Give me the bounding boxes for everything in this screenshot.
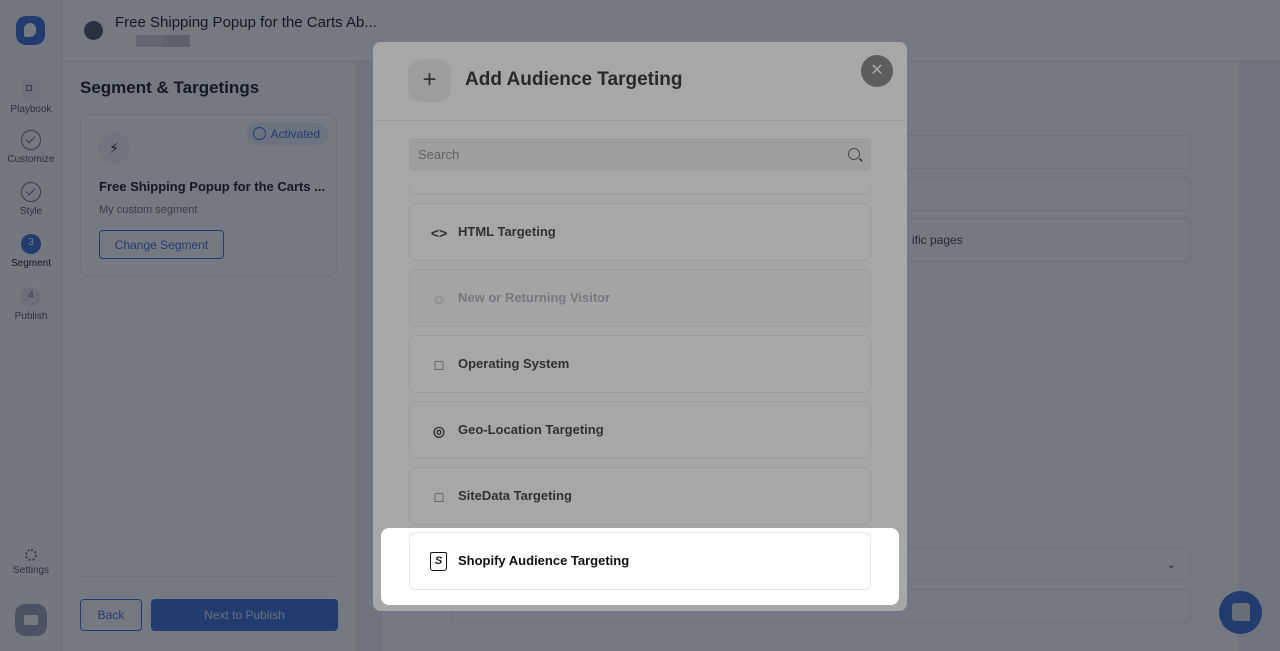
list-item-sitedata-targeting[interactable]: □ SiteData Targeting [409, 467, 871, 525]
close-icon: ✕ [870, 62, 884, 79]
list-item-label: Operating System [458, 356, 570, 371]
list-item-operating-system[interactable]: □ Operating System [409, 335, 871, 393]
laptop-gear-icon: □ [434, 357, 444, 373]
plus-icon: + [408, 59, 451, 102]
map-pin-icon: ◎ [432, 423, 446, 439]
list-item-new-or-returning-visitor[interactable]: ☺ New or Returning Visitor [409, 269, 871, 327]
list-item-partial[interactable] [409, 183, 871, 195]
list-item-html-targeting[interactable]: <> HTML Targeting [409, 203, 871, 261]
close-button[interactable]: ✕ [861, 55, 893, 87]
list-item-geo-location[interactable]: ◎ Geo-Location Targeting [409, 401, 871, 459]
shopify-bag-icon: S [430, 552, 447, 571]
add-audience-targeting-modal: + Add Audience Targeting ✕ <> HTML Targe… [373, 42, 907, 611]
list-item-label: SiteData Targeting [458, 488, 572, 503]
list-item-label: Geo-Location Targeting [458, 422, 604, 437]
laptop-gear-icon: □ [434, 489, 444, 505]
code-icon: <> [430, 225, 448, 241]
list-item-label: HTML Targeting [458, 224, 556, 239]
users-icon: ☺ [431, 291, 447, 307]
modal-header: + Add Audience Targeting ✕ [373, 42, 907, 121]
list-item-shopify-audience-targeting[interactable]: S Shopify Audience Targeting [409, 532, 871, 590]
modal-title: Add Audience Targeting [465, 69, 683, 90]
list-item-label: Shopify Audience Targeting [458, 553, 630, 568]
search-input[interactable] [409, 138, 871, 171]
list-item-label: New or Returning Visitor [458, 290, 611, 305]
search-icon[interactable] [848, 148, 860, 160]
